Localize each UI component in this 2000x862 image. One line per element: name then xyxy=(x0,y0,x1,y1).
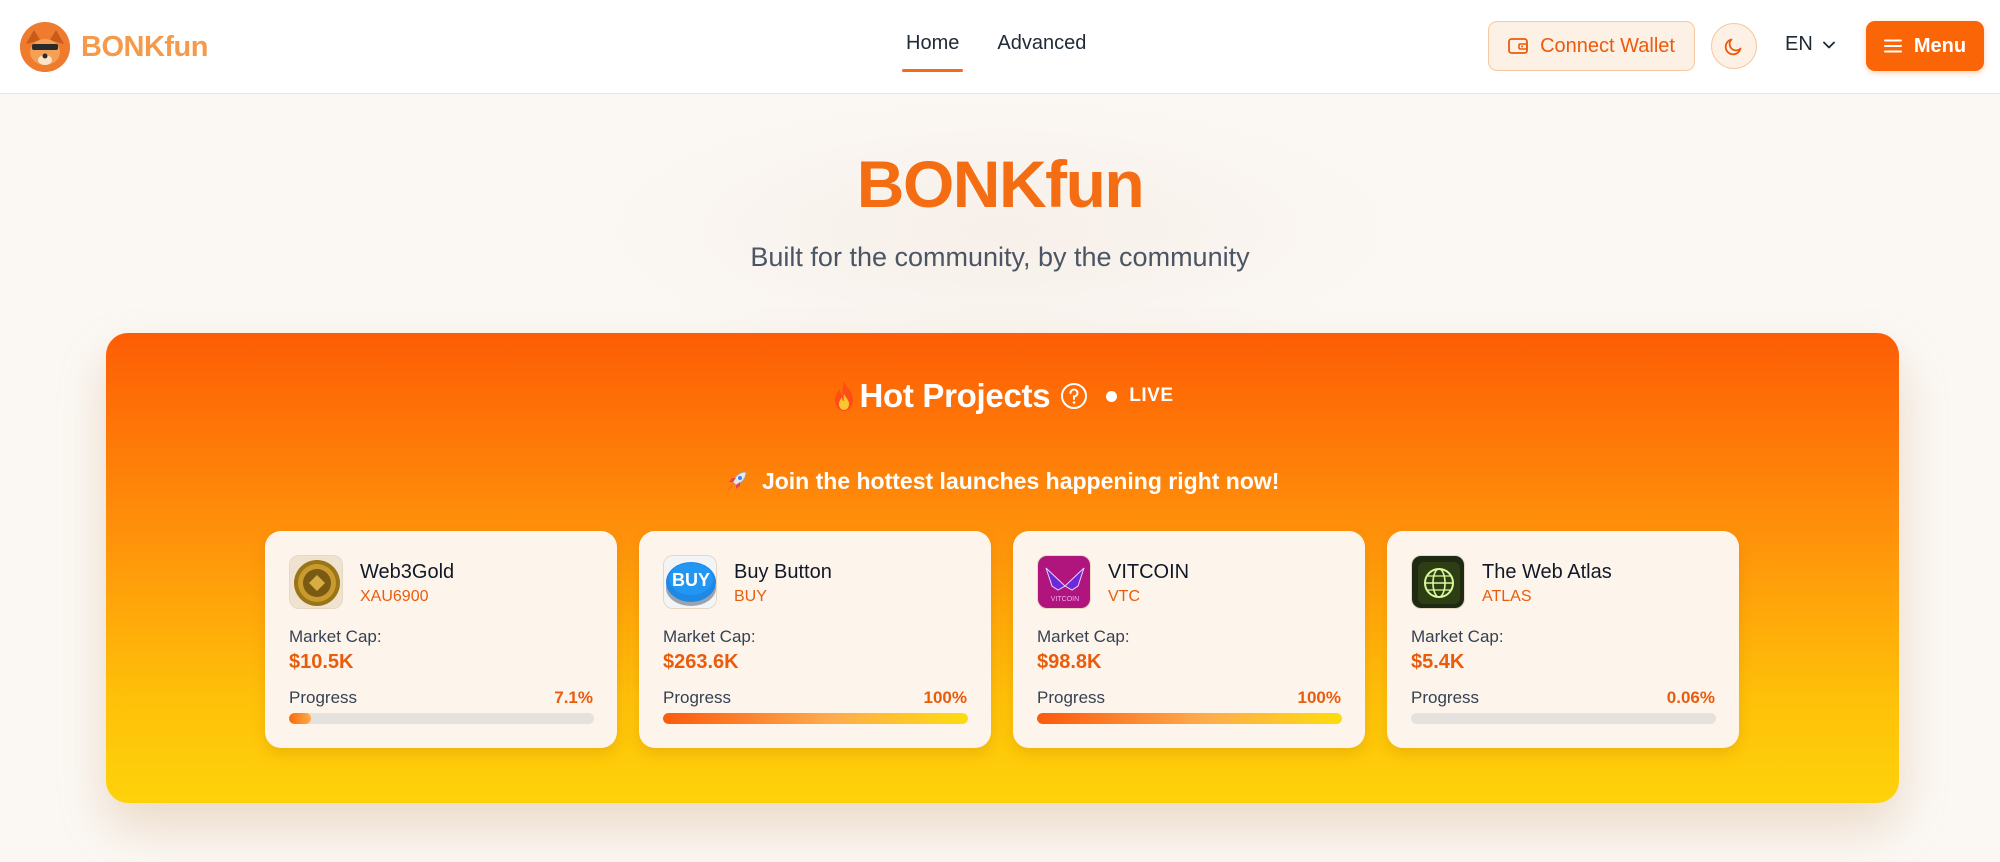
market-cap-label: Market Cap: xyxy=(1037,627,1130,646)
hot-projects-subtitle-text: Join the hottest launches happening righ… xyxy=(761,468,1280,494)
project-name: The Web Atlas xyxy=(1482,561,1612,583)
progress-bar xyxy=(1411,713,1716,724)
globe-logo-icon xyxy=(1411,555,1465,609)
hamburger-icon xyxy=(1883,39,1902,53)
live-dot-icon xyxy=(1106,390,1118,402)
main-nav: Home Advanced xyxy=(900,30,1118,72)
hot-projects-header: Hot Projects LIVE xyxy=(106,377,1899,415)
progress-label: Progress xyxy=(663,688,732,707)
brand-name: BONKfun xyxy=(81,30,208,63)
project-card[interactable]: Web3Gold XAU6900 Market Cap: $10.5K Prog… xyxy=(265,531,617,748)
page: BONKfun Home Advanced Connect Wallet EN xyxy=(0,0,2000,862)
hot-projects-panel: Hot Projects LIVE Join the hottest launc… xyxy=(106,333,1899,803)
live-indicator: LIVE xyxy=(1106,385,1173,407)
moon-icon xyxy=(1724,38,1742,56)
project-ticker: XAU6900 xyxy=(360,588,429,605)
project-cards: Web3Gold XAU6900 Market Cap: $10.5K Prog… xyxy=(265,531,1761,748)
market-cap-value: $263.6K xyxy=(663,651,739,673)
rocket-icon xyxy=(726,471,746,491)
progress-bar xyxy=(1037,713,1342,724)
gold-coin-logo-icon xyxy=(289,555,343,609)
project-card[interactable]: BUY Buy Button BUY Market Cap: $263.6K P… xyxy=(639,531,991,748)
project-ticker: ATLAS xyxy=(1482,588,1532,605)
live-label: LIVE xyxy=(1129,385,1174,406)
hero-title: BONKfun xyxy=(856,147,1145,221)
vitcoin-wings-logo-icon: VITCOIN xyxy=(1037,555,1091,609)
project-ticker: BUY xyxy=(734,588,767,605)
progress-fill xyxy=(1037,713,1342,724)
market-cap-value: $5.4K xyxy=(1411,651,1465,673)
connect-wallet-button[interactable]: Connect Wallet xyxy=(1488,21,1695,71)
theme-toggle-button[interactable] xyxy=(1711,23,1757,69)
progress-label: Progress xyxy=(1411,688,1480,707)
buy-button-logo-icon: BUY xyxy=(663,555,717,609)
project-name: Web3Gold xyxy=(360,561,455,583)
hot-projects-subtitle: Join the hottest launches happening righ… xyxy=(106,468,1899,495)
progress-fill xyxy=(289,713,311,724)
progress-fill xyxy=(663,713,968,724)
project-name: Buy Button xyxy=(734,561,832,583)
wallet-icon xyxy=(1508,38,1528,54)
project-card[interactable]: VITCOIN VITCOIN VTC Market Cap: $98.8K P… xyxy=(1013,531,1365,748)
bonk-dog-logo-icon xyxy=(20,22,70,72)
market-cap-label: Market Cap: xyxy=(1411,627,1504,646)
hero-subtitle: Built for the community, by the communit… xyxy=(750,242,1250,272)
market-cap-value: $98.8K xyxy=(1037,651,1102,673)
language-value: EN xyxy=(1785,33,1813,55)
brand-logo-link[interactable]: BONKfun xyxy=(20,21,208,73)
chevron-down-icon xyxy=(1822,41,1835,48)
vitcoin-logo-text: VITCOIN xyxy=(1051,596,1079,603)
help-circle-icon[interactable] xyxy=(1060,382,1088,410)
progress-value: 7.1% xyxy=(554,688,593,707)
project-card[interactable]: The Web Atlas ATLAS Market Cap: $5.4K Pr… xyxy=(1387,531,1739,748)
top-header: BONKfun Home Advanced Connect Wallet EN xyxy=(0,0,2000,94)
progress-label: Progress xyxy=(1037,688,1106,707)
progress-value: 100% xyxy=(1297,688,1341,707)
menu-label: Menu xyxy=(1913,34,1967,57)
buy-logo-text: BUY xyxy=(672,570,710,590)
menu-button[interactable]: Menu xyxy=(1866,21,1984,71)
progress-bar xyxy=(289,713,594,724)
hot-projects-title: Hot Projects xyxy=(859,377,1051,414)
connect-wallet-label: Connect Wallet xyxy=(1540,34,1675,57)
project-name: VITCOIN xyxy=(1108,561,1190,583)
market-cap-value: $10.5K xyxy=(289,651,354,673)
nav-home[interactable]: Home xyxy=(900,30,965,72)
nav-advanced[interactable]: Advanced xyxy=(991,30,1092,72)
progress-label: Progress xyxy=(289,688,358,707)
progress-bar xyxy=(663,713,968,724)
project-ticker: VTC xyxy=(1108,588,1140,605)
progress-value: 0.06% xyxy=(1666,688,1715,707)
fire-icon xyxy=(835,381,854,411)
market-cap-label: Market Cap: xyxy=(663,627,756,646)
market-cap-label: Market Cap: xyxy=(289,627,382,646)
progress-value: 100% xyxy=(923,688,967,707)
language-selector[interactable]: EN xyxy=(1785,33,1835,56)
